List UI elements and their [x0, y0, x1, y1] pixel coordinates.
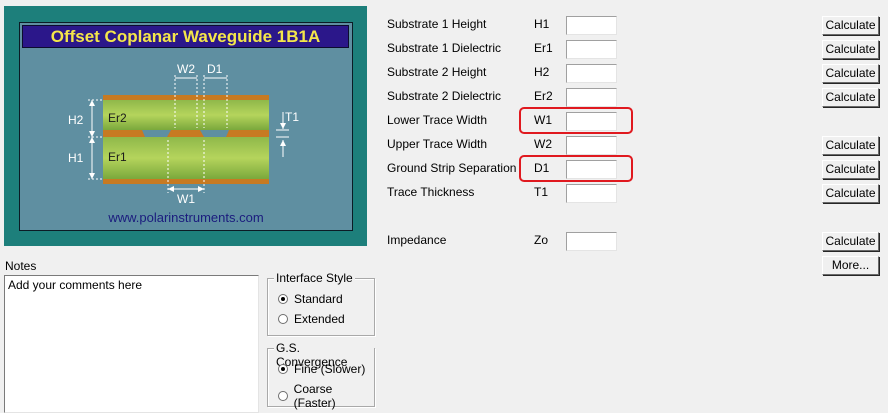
er1-input[interactable]	[566, 40, 617, 59]
calculate-er1-button[interactable]: Calculate	[822, 40, 879, 59]
calculate-d1-button[interactable]: Calculate	[822, 160, 879, 179]
radio-extended[interactable]: Extended	[278, 312, 345, 326]
substrate-2	[103, 100, 269, 130]
calculate-t1-button[interactable]: Calculate	[822, 184, 879, 203]
calculate-h1-button[interactable]: Calculate	[822, 16, 879, 35]
calculate-er2-button[interactable]: Calculate	[822, 88, 879, 107]
radio-coarse[interactable]: Coarse (Faster)	[278, 382, 374, 410]
radio-unchecked-icon	[278, 314, 288, 324]
param-label-w1: Lower Trace Width	[387, 113, 488, 127]
param-symbol-h2: H2	[534, 65, 550, 79]
radio-fine[interactable]: Fine (Slower)	[278, 362, 365, 376]
d1-highlight	[519, 155, 633, 182]
param-label-h2: Substrate 2 Height	[387, 65, 487, 79]
top-ground-plane	[103, 95, 269, 100]
radio-checked-icon	[278, 294, 288, 304]
param-symbol-t1: T1	[534, 185, 549, 199]
zo-input[interactable]	[566, 232, 617, 251]
interface-style-group: Interface Style Standard Extended	[267, 271, 375, 336]
param-label-h1: Substrate 1 Height	[387, 17, 487, 31]
h2-input[interactable]	[566, 64, 617, 83]
param-label-d1: Ground Strip Separation	[387, 161, 517, 175]
h2-label: H2	[68, 113, 84, 127]
h1-label: H1	[68, 151, 84, 165]
radio-standard[interactable]: Standard	[278, 292, 343, 306]
radio-fine-label: Fine (Slower)	[294, 362, 366, 376]
t1-input[interactable]	[566, 184, 617, 203]
right-ground-strip	[226, 130, 269, 137]
calculate-w2-button[interactable]: Calculate	[822, 136, 879, 155]
more-button[interactable]: More...	[822, 256, 879, 275]
website-link: www.polarinstruments.com	[108, 210, 264, 225]
radio-checked-icon	[278, 364, 288, 374]
substrate-1	[103, 137, 269, 179]
param-label-er1: Substrate 1 Dielectric	[387, 41, 502, 55]
param-symbol-w2: W2	[534, 137, 552, 151]
w1-highlight	[519, 107, 633, 134]
param-label-zo: Impedance	[387, 233, 447, 247]
param-symbol-h1: H1	[534, 17, 550, 31]
calculate-h2-button[interactable]: Calculate	[822, 64, 879, 83]
er1-label: Er1	[108, 150, 127, 164]
w2-label: W2	[177, 62, 195, 76]
notes-label: Notes	[5, 259, 37, 273]
interface-style-title: Interface Style	[274, 271, 355, 285]
w2-input[interactable]	[566, 136, 617, 155]
gs-convergence-group: G.S. Convergence Fine (Slower) Coarse (F…	[267, 341, 375, 410]
er2-input[interactable]	[566, 88, 617, 107]
param-symbol-er2: Er2	[534, 89, 553, 103]
d1-label: D1	[207, 62, 223, 76]
t1-label: T1	[285, 110, 299, 124]
center-trace	[167, 130, 204, 137]
left-ground-strip	[103, 130, 145, 137]
w1-label: W1	[177, 192, 195, 206]
calculate-zo-button[interactable]: Calculate	[822, 232, 879, 251]
radio-extended-label: Extended	[294, 312, 345, 326]
radio-standard-label: Standard	[294, 292, 343, 306]
param-symbol-er1: Er1	[534, 41, 553, 55]
param-symbol-zo: Zo	[534, 233, 549, 247]
param-label-er2: Substrate 2 Dielectric	[387, 89, 502, 103]
param-label-t1: Trace Thickness	[387, 185, 475, 199]
h1-input[interactable]	[566, 16, 617, 35]
notes-textarea[interactable]: Add your comments here	[4, 275, 259, 413]
radio-unchecked-icon	[278, 391, 288, 401]
param-label-w2: Upper Trace Width	[387, 137, 488, 151]
bottom-ground-plane	[103, 179, 269, 184]
er2-label: Er2	[108, 111, 127, 125]
radio-coarse-label: Coarse (Faster)	[293, 382, 336, 410]
